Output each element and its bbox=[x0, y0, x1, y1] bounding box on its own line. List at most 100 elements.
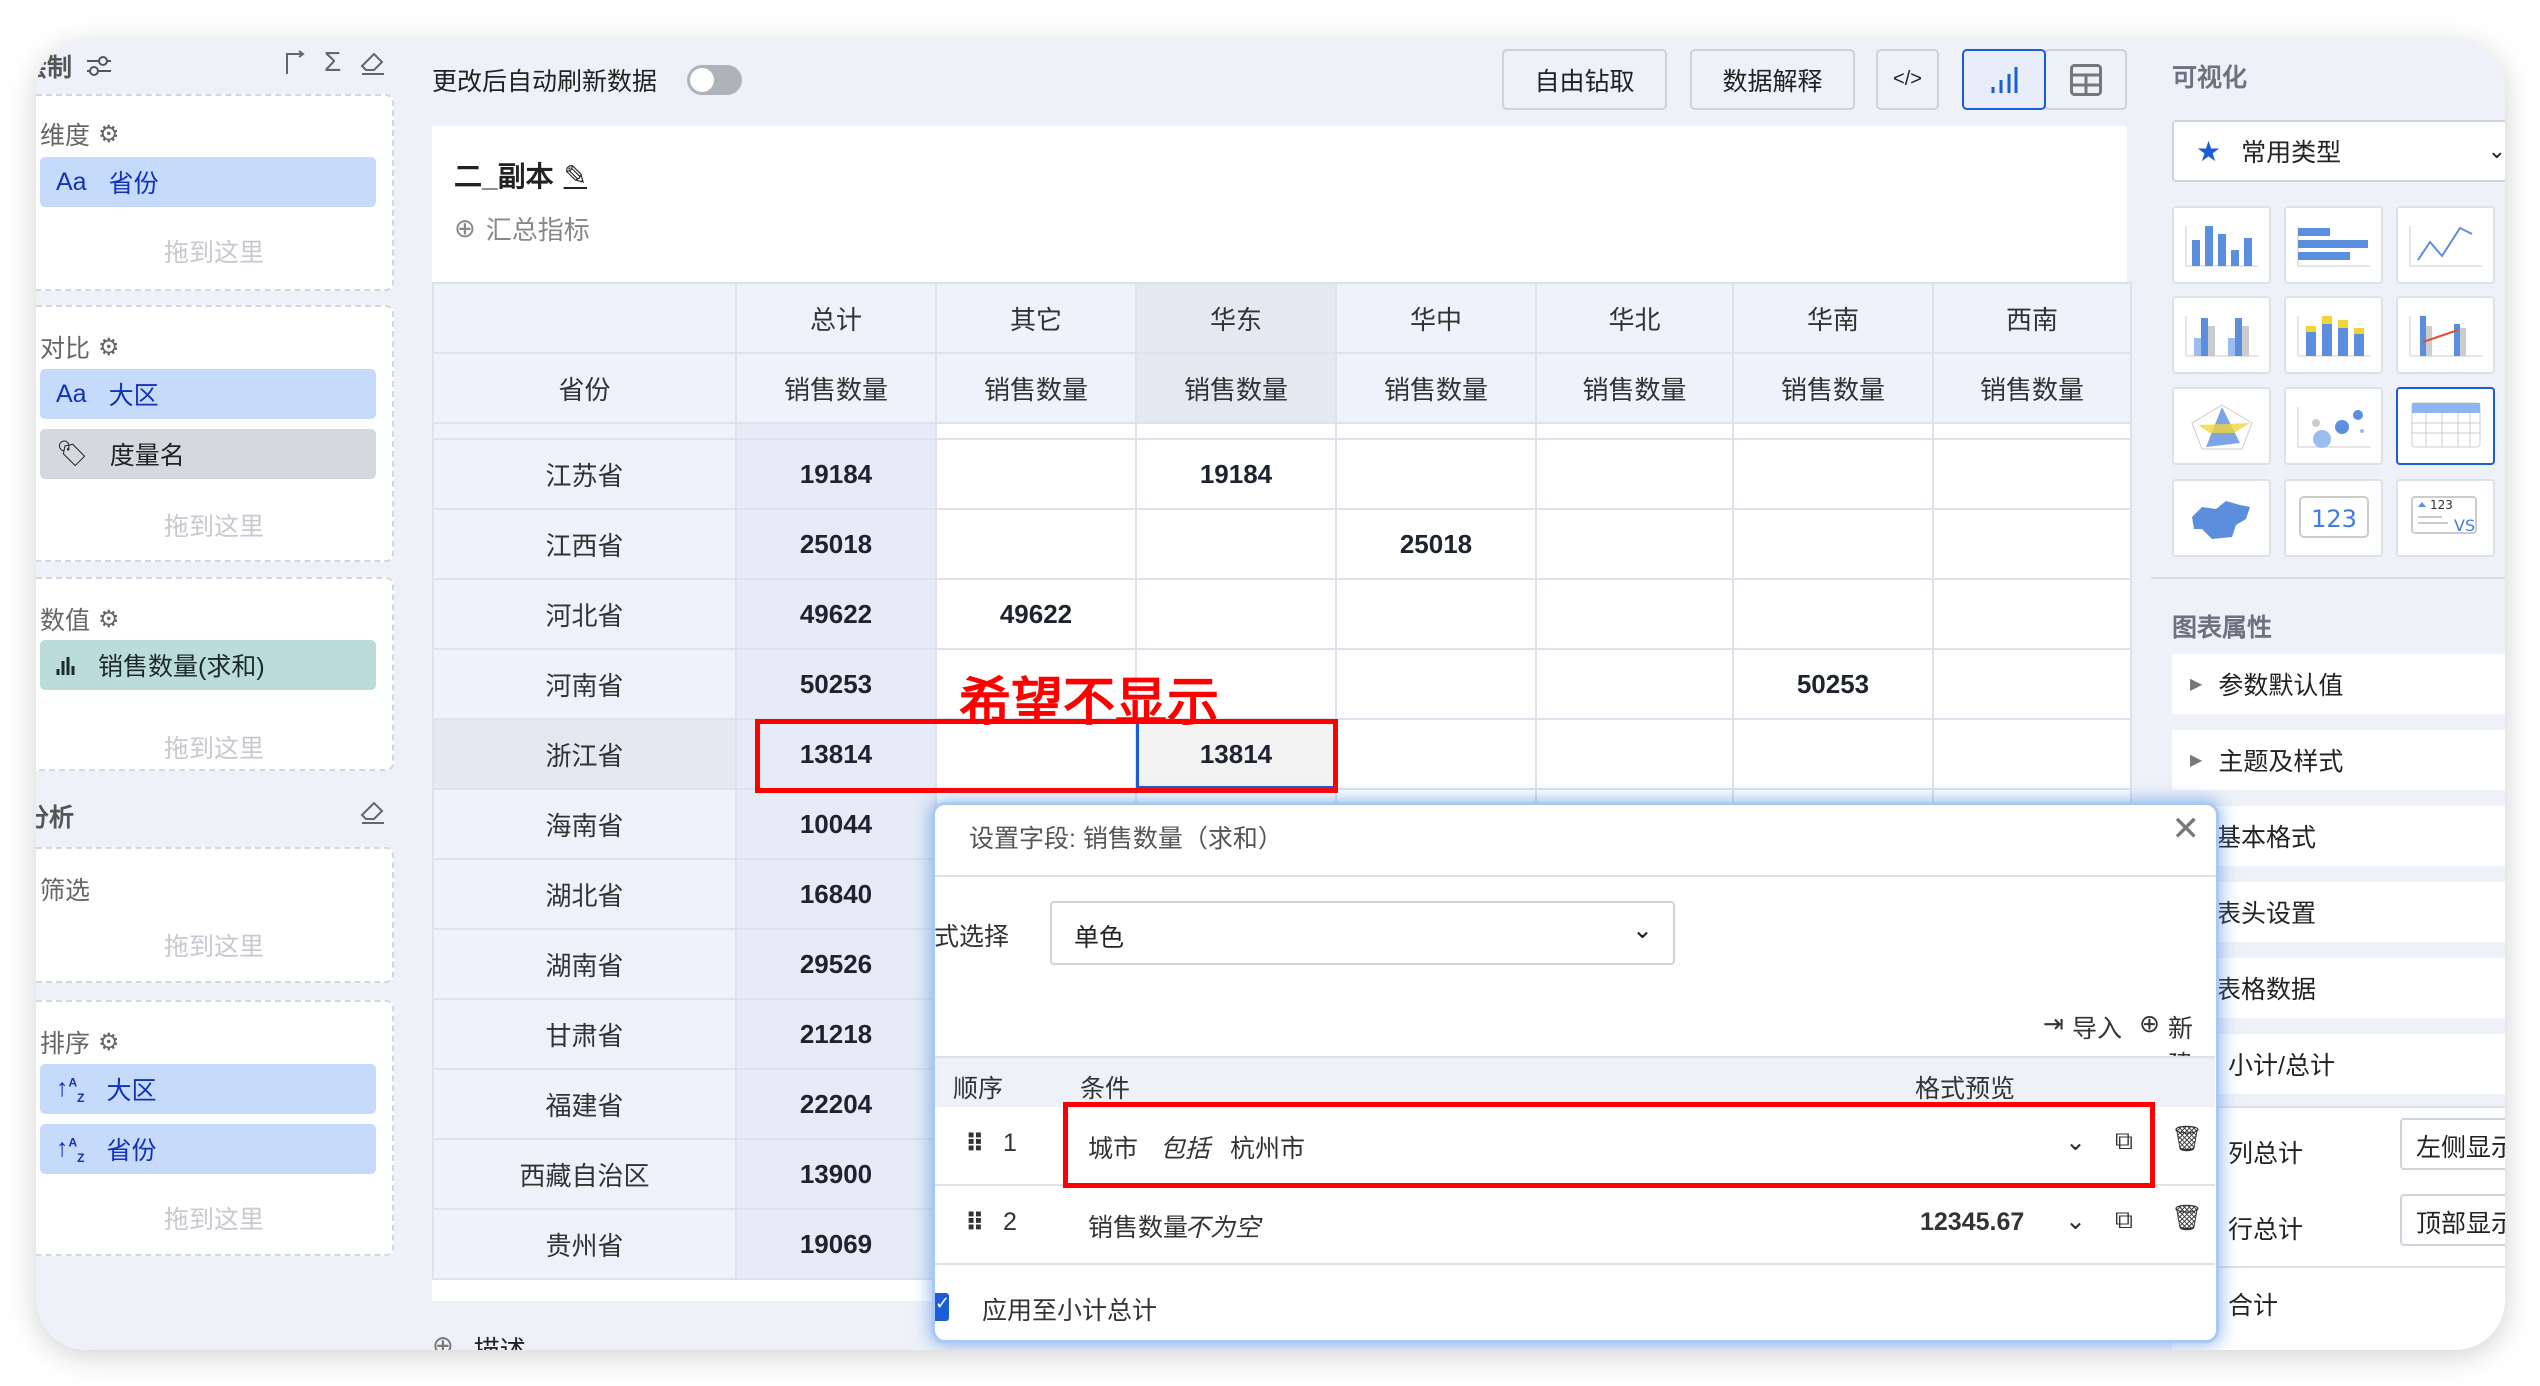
measure-header[interactable]: 销售数量 bbox=[1932, 352, 2132, 424]
copy-icon[interactable]: ⧉ bbox=[2115, 1206, 2133, 1235]
add-summary-button[interactable]: ⊕ 汇总指标 bbox=[454, 210, 590, 247]
compare-pill-measure-name[interactable]: 🏷 度量名 bbox=[40, 429, 376, 479]
data-cell[interactable] bbox=[1535, 578, 1734, 650]
measure-header[interactable]: 省份 bbox=[432, 352, 737, 424]
measure-header[interactable]: 销售数量 bbox=[1135, 352, 1337, 424]
column-group-header[interactable]: 华南 bbox=[1732, 282, 1934, 354]
chart-type-map-chart[interactable] bbox=[2172, 479, 2271, 557]
row-header-cell[interactable]: 福建省 bbox=[432, 1068, 737, 1140]
dimension-pill-province[interactable]: Aa 省份 bbox=[40, 157, 376, 207]
data-cell[interactable]: 25018 bbox=[1335, 508, 1537, 580]
row-header-cell[interactable]: 江苏省 bbox=[432, 438, 737, 510]
apply-subtotal-checkbox[interactable]: ✓ bbox=[935, 1293, 950, 1321]
add-description-button[interactable]: ⊕ 描述 bbox=[432, 1330, 526, 1350]
column-group-header[interactable]: 其它 bbox=[935, 282, 1137, 354]
data-explain-button[interactable]: 数据解释 bbox=[1690, 49, 1855, 110]
data-cell[interactable]: 25018 bbox=[735, 508, 937, 580]
row-header-cell[interactable]: 河北省 bbox=[432, 578, 737, 650]
data-cell[interactable]: 22204 bbox=[735, 1068, 937, 1140]
trash-icon[interactable]: 🗑 bbox=[2171, 1204, 2203, 1233]
data-cell[interactable] bbox=[1335, 438, 1537, 510]
measure-header[interactable]: 销售数量 bbox=[735, 352, 937, 424]
filter-dropzone[interactable]: 筛选 拖到这里 bbox=[36, 847, 394, 983]
dimension-dropzone[interactable]: 维度 ⚙ Aa 省份 拖到这里 bbox=[36, 94, 394, 291]
chart-view-button[interactable] bbox=[1962, 49, 2046, 110]
chart-type-table-chart[interactable] bbox=[2396, 387, 2495, 465]
row-header-cell[interactable]: 湖北省 bbox=[432, 858, 737, 930]
column-group-header[interactable]: 华东 bbox=[1135, 282, 1337, 354]
drill-corner-icon[interactable] bbox=[283, 50, 307, 76]
column-group-header[interactable]: 华中 bbox=[1335, 282, 1537, 354]
data-cell[interactable] bbox=[1535, 508, 1734, 580]
measure-header[interactable]: 销售数量 bbox=[935, 352, 1137, 424]
import-button[interactable]: ⇥ 导入 bbox=[2043, 1009, 2122, 1045]
property-section[interactable]: 表头设置 bbox=[2172, 882, 2505, 942]
close-icon[interactable]: ✕ bbox=[2172, 809, 2201, 849]
data-cell[interactable] bbox=[1932, 508, 2132, 580]
eraser-icon[interactable] bbox=[358, 48, 386, 76]
data-cell[interactable]: 49622 bbox=[935, 578, 1137, 650]
eraser-icon[interactable] bbox=[358, 797, 386, 825]
compare-dropzone[interactable]: 对比 ⚙ Aa 大区 🏷 度量名 拖到这里 bbox=[36, 305, 394, 562]
property-section[interactable]: ▶ 参数默认值 bbox=[2172, 654, 2505, 714]
data-cell[interactable]: 50253 bbox=[1732, 648, 1934, 720]
gear-icon[interactable]: ⚙ bbox=[98, 120, 120, 149]
chart-type-bubble-chart[interactable] bbox=[2284, 387, 2383, 465]
property-section[interactable]: ▶ 主题及样式 bbox=[2172, 730, 2505, 790]
row-header-cell[interactable]: 浙江省 bbox=[432, 718, 737, 790]
row-header-cell[interactable]: 江西省 bbox=[432, 508, 737, 580]
data-cell[interactable] bbox=[1932, 438, 2132, 510]
chart-type-kpi-number[interactable]: 123 bbox=[2284, 479, 2383, 557]
chart-type-select[interactable]: ★ 常用类型 ⌄ bbox=[2172, 120, 2505, 182]
data-cell[interactable]: 49622 bbox=[735, 578, 937, 650]
sort-pill-region[interactable]: ↑AZ 大区 bbox=[40, 1064, 376, 1114]
chart-type-radar-chart[interactable] bbox=[2172, 387, 2271, 465]
data-cell[interactable] bbox=[1535, 438, 1734, 510]
row-header-cell[interactable]: 海南省 bbox=[432, 788, 737, 860]
measure-header[interactable]: 销售数量 bbox=[1732, 352, 1934, 424]
data-cell[interactable]: 19184 bbox=[735, 438, 937, 510]
sum-icon[interactable]: Σ bbox=[324, 46, 341, 78]
property-section[interactable]: 基本格式 bbox=[2172, 806, 2505, 866]
gear-icon[interactable]: ⚙ bbox=[98, 333, 120, 362]
data-cell[interactable]: 10044 bbox=[735, 788, 937, 860]
data-cell[interactable] bbox=[1335, 648, 1537, 720]
trash-icon[interactable]: 🗑 bbox=[2171, 1125, 2203, 1154]
data-cell[interactable] bbox=[1932, 578, 2132, 650]
property-section[interactable]: 表格数据 bbox=[2172, 958, 2505, 1018]
data-cell[interactable]: 29526 bbox=[735, 928, 937, 1000]
data-cell[interactable]: 21218 bbox=[735, 998, 937, 1070]
data-cell[interactable]: 19069 bbox=[735, 1208, 937, 1280]
data-cell[interactable] bbox=[1335, 718, 1537, 790]
sort-dropzone[interactable]: 排序 ⚙ ↑AZ 大区 ↑AZ 省份 拖到这里 bbox=[36, 1000, 394, 1256]
row-header-cell[interactable]: 甘肃省 bbox=[432, 998, 737, 1070]
column-group-header[interactable]: 华北 bbox=[1535, 282, 1734, 354]
auto-refresh-toggle[interactable] bbox=[687, 65, 742, 95]
row-header-cell[interactable]: 河南省 bbox=[432, 648, 737, 720]
data-cell[interactable] bbox=[935, 438, 1137, 510]
chart-type-column-chart[interactable] bbox=[2172, 206, 2271, 284]
data-cell[interactable] bbox=[1535, 718, 1734, 790]
chart-type-stacked-column-chart[interactable] bbox=[2284, 296, 2383, 374]
chevron-down-icon[interactable]: ⌄ bbox=[2065, 1206, 2086, 1236]
column-group-header[interactable]: 西南 bbox=[1932, 282, 2132, 354]
data-cell[interactable] bbox=[1535, 648, 1734, 720]
data-cell[interactable]: 19184 bbox=[1135, 438, 1337, 510]
table-view-button[interactable] bbox=[2044, 49, 2127, 110]
data-cell[interactable] bbox=[1732, 578, 1934, 650]
measure-header[interactable]: 销售数量 bbox=[1335, 352, 1537, 424]
data-cell[interactable]: 13900 bbox=[735, 1138, 937, 1210]
property-section[interactable]: 小计/总计 bbox=[2172, 1034, 2505, 1094]
column-total-select[interactable]: 左侧显示 bbox=[2400, 1118, 2505, 1170]
data-cell[interactable]: 50253 bbox=[735, 648, 937, 720]
row-total-select[interactable]: 顶部显示 bbox=[2400, 1194, 2505, 1246]
gear-icon[interactable]: ⚙ bbox=[98, 1028, 120, 1057]
settings-sliders-icon[interactable] bbox=[86, 55, 112, 77]
column-group-header[interactable]: 总计 bbox=[735, 282, 937, 354]
row-header-cell[interactable]: 湖南省 bbox=[432, 928, 737, 1000]
style-select[interactable]: 单色 ⌄ bbox=[1050, 901, 1675, 965]
chart-type-kpi-compare[interactable]: 123 VS bbox=[2396, 479, 2495, 557]
data-cell[interactable] bbox=[1135, 578, 1337, 650]
compare-pill-region[interactable]: Aa 大区 bbox=[40, 369, 376, 419]
free-drill-button[interactable]: 自由钻取 bbox=[1502, 49, 1667, 110]
